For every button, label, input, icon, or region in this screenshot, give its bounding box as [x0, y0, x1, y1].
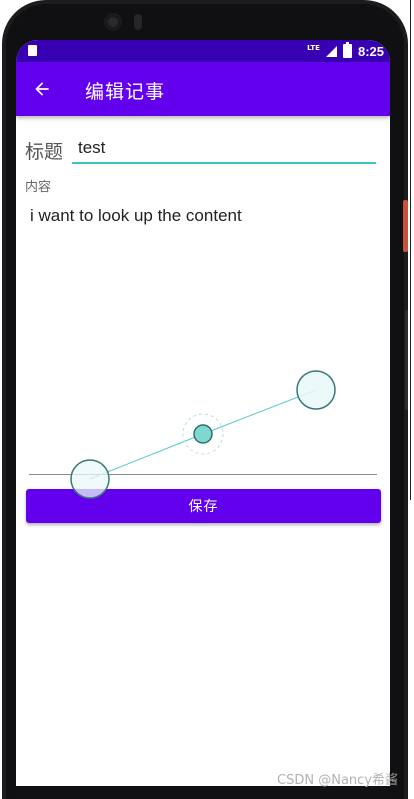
- device-frame: LTE 8:25 编辑记事 标题 内容 i want to look up th…: [0, 0, 414, 799]
- content-input-underline: [29, 474, 377, 475]
- content-label: 内容: [25, 180, 52, 195]
- title-input[interactable]: [72, 134, 376, 164]
- arrow-left-icon: [35, 82, 49, 96]
- signal-icon: [325, 45, 337, 57]
- app-bar: 编辑记事: [16, 62, 390, 116]
- title-label: 标题: [25, 141, 64, 163]
- front-camera-icon: [104, 13, 122, 31]
- app-screen: LTE 8:25 编辑记事 标题 内容 i want to look up th…: [16, 40, 390, 786]
- watermark: CSDN @Nancy希酱: [277, 773, 398, 788]
- right-margin: [408, 0, 414, 799]
- status-bar: LTE 8:25: [16, 40, 390, 62]
- battery-icon: [342, 42, 352, 58]
- status-time: 8:25: [357, 43, 384, 59]
- content-input[interactable]: i want to look up the content: [24, 200, 379, 470]
- sd-card-icon: [28, 45, 37, 56]
- save-button[interactable]: 保存: [26, 489, 381, 523]
- speaker-grille: [134, 14, 142, 30]
- right-margin-line: [410, 0, 411, 500]
- back-button[interactable]: [28, 75, 56, 103]
- network-type: LTE: [307, 43, 320, 52]
- status-indicators: LTE 8:25: [307, 42, 384, 60]
- page-title: 编辑记事: [85, 81, 166, 103]
